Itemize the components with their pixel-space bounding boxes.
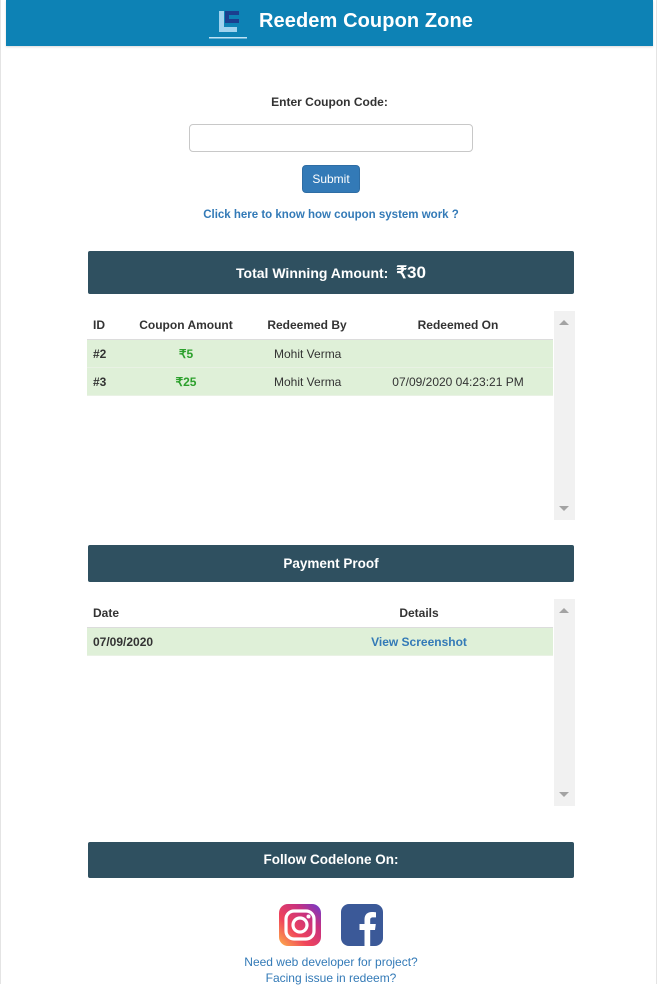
row-id: #2 <box>93 347 107 361</box>
header-redeemed-by: Redeemed By <box>267 318 347 332</box>
instagram-icon[interactable] <box>279 904 321 946</box>
coupons-table-header: ID Coupon Amount Redeemed By Redeemed On <box>87 311 553 340</box>
table-row: #3 ₹25 Mohit Verma 07/09/2020 04:23:21 P… <box>87 368 553 396</box>
footer-issue-link[interactable]: Facing issue in redeem? <box>0 971 659 985</box>
row-redeemed-by: Mohit Verma <box>274 347 342 361</box>
header-coupon-amount: Coupon Amount <box>139 318 233 332</box>
scroll-down-arrow-icon[interactable] <box>559 792 569 797</box>
header-details: Details <box>399 606 439 620</box>
row-redeemed-by: Mohit Verma <box>274 375 342 389</box>
payment-proof-header: Date Details <box>87 599 553 628</box>
total-winning-bar: Total Winning Amount: ₹30 <box>88 251 574 294</box>
codelone-logo <box>209 11 247 39</box>
header-id: ID <box>93 318 105 332</box>
row-amount: ₹25 <box>175 375 197 389</box>
follow-bar: Follow Codelone On: <box>88 842 574 878</box>
payment-proof-table: Date Details 07/09/2020 View Screenshot <box>87 599 575 806</box>
coupons-table-body: ID Coupon Amount Redeemed By Redeemed On… <box>87 311 553 520</box>
row-redeemed-on: 07/09/2020 04:23:21 PM <box>392 375 524 389</box>
coupon-code-input[interactable] <box>189 124 473 152</box>
coupons-scrollbar[interactable] <box>554 311 575 520</box>
row-id: #3 <box>93 375 107 389</box>
header-bar: Reedem Coupon Zone <box>6 0 653 46</box>
header-date: Date <box>93 606 120 620</box>
total-winning-label: Total Winning Amount: <box>236 265 389 281</box>
payment-proof-table-body: Date Details 07/09/2020 View Screenshot <box>87 599 553 806</box>
header-redeemed-on: Redeemed On <box>417 318 499 332</box>
payment-proof-scrollbar[interactable] <box>554 599 575 806</box>
scroll-down-arrow-icon[interactable] <box>559 506 569 511</box>
header-title: Reedem Coupon Zone <box>259 10 474 32</box>
total-winning-amount: ₹30 <box>396 263 426 282</box>
footer-hire-link[interactable]: Need web developer for project? <box>0 955 659 969</box>
row-date: 07/09/2020 <box>93 635 154 649</box>
scroll-up-arrow-icon[interactable] <box>559 320 569 325</box>
coupon-code-label: Enter Coupon Code: <box>271 95 388 109</box>
coupons-table: ID Coupon Amount Redeemed By Redeemed On… <box>87 311 575 520</box>
submit-button[interactable]: Submit <box>302 165 360 193</box>
table-row: 07/09/2020 View Screenshot <box>87 628 553 656</box>
facebook-icon[interactable] <box>341 904 383 946</box>
coupon-help-link[interactable]: Click here to know how coupon system wor… <box>0 209 659 221</box>
payment-proof-bar: Payment Proof <box>88 545 574 582</box>
table-row: #2 ₹5 Mohit Verma <box>87 340 553 368</box>
row-amount: ₹5 <box>178 347 194 361</box>
scroll-up-arrow-icon[interactable] <box>559 608 569 613</box>
view-screenshot-link[interactable]: View Screenshot <box>359 628 479 656</box>
